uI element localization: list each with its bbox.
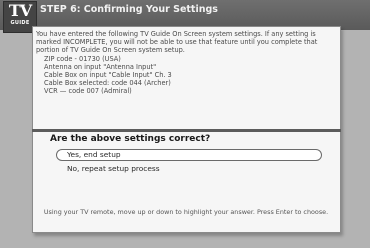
intro-text: You have entered the following TV Guide …: [36, 30, 318, 55]
section-divider: [32, 129, 341, 132]
setting-cable-box-code: Cable Box selected: code 044 (Archer): [44, 79, 171, 88]
setting-antenna: Antenna on input "Antenna Input": [44, 62, 157, 71]
remote-instruction: Using your TV remote, move up or down to…: [43, 208, 329, 216]
setting-cable-input: Cable Box on input "Cable Input" Ch. 3: [44, 71, 172, 80]
no-repeat-setup-option[interactable]: No, repeat setup process: [56, 163, 322, 175]
settings-summary: You have entered the following TV Guide …: [36, 30, 338, 96]
logo-tv-text: TV: [8, 1, 32, 20]
step-title: STEP 6: Confirming Your Settings: [40, 4, 218, 15]
confirm-question: Are the above settings correct?: [50, 134, 211, 144]
setting-zip-code: ZIP code - 01730 (USA): [44, 54, 121, 63]
setting-vcr-code: VCR — code 007 (Admiral): [44, 87, 132, 96]
yes-end-setup-option[interactable]: Yes, end setup: [56, 149, 322, 161]
settings-list: ZIP code - 01730 (USA) Antenna on input …: [44, 55, 338, 96]
